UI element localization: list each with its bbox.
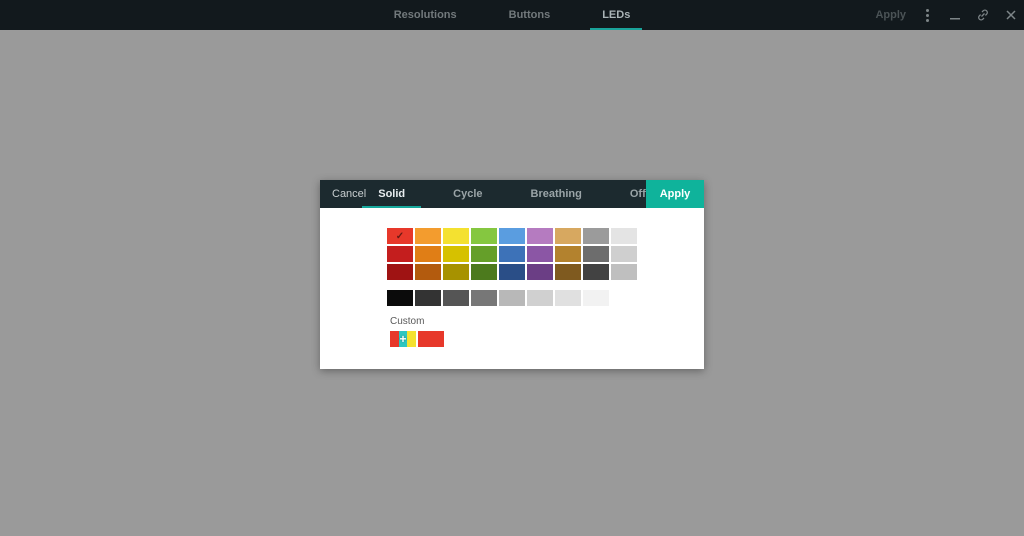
header-right-controls: Apply [875, 0, 1018, 30]
color-swatch[interactable] [555, 264, 581, 280]
color-swatch[interactable] [415, 246, 441, 262]
color-swatch[interactable] [443, 290, 469, 306]
dialog-header: Cancel Solid Cycle Breathing Off Apply [320, 180, 704, 208]
custom-label: Custom [390, 316, 444, 327]
kebab-menu-icon[interactable] [920, 9, 934, 22]
color-swatch[interactable] [471, 290, 497, 306]
led-color-dialog: Cancel Solid Cycle Breathing Off Apply C… [320, 180, 704, 369]
apply-button[interactable]: Apply [646, 180, 705, 208]
color-swatch[interactable] [527, 246, 553, 262]
color-swatch[interactable] [527, 290, 553, 306]
color-palette [387, 228, 637, 280]
palette-row [387, 228, 637, 244]
tab-label: Cycle [453, 188, 482, 200]
palette-row [387, 290, 637, 306]
color-swatch[interactable] [611, 228, 637, 244]
color-swatch[interactable] [583, 246, 609, 262]
tab-solid[interactable]: Solid [378, 180, 405, 208]
custom-color-swatch[interactable] [418, 331, 444, 347]
plus-icon: + [390, 331, 416, 347]
color-swatch[interactable] [611, 290, 637, 306]
tab-breathing[interactable]: Breathing [531, 180, 582, 208]
minimize-icon[interactable] [948, 8, 962, 22]
close-icon[interactable] [1004, 8, 1018, 22]
color-swatch[interactable] [499, 290, 525, 306]
tab-leds[interactable]: LEDs [596, 0, 636, 30]
palette-row [387, 264, 637, 280]
color-swatch[interactable] [443, 264, 469, 280]
color-swatch[interactable] [527, 228, 553, 244]
color-swatch[interactable] [527, 264, 553, 280]
tab-buttons[interactable]: Buttons [503, 0, 557, 30]
color-swatch[interactable] [387, 246, 413, 262]
color-swatch[interactable] [387, 290, 413, 306]
tab-label: Buttons [509, 9, 551, 21]
color-swatch[interactable] [415, 290, 441, 306]
cancel-button[interactable]: Cancel [320, 180, 378, 208]
dialog-body: Custom + [320, 208, 704, 369]
color-swatch[interactable] [611, 264, 637, 280]
gray-palette [387, 290, 637, 306]
add-custom-color-button[interactable]: + [390, 331, 416, 347]
header-tabs: Resolutions Buttons LEDs [0, 0, 1024, 30]
color-swatch[interactable] [611, 246, 637, 262]
custom-row: + [390, 331, 444, 347]
tab-label: Resolutions [394, 9, 457, 21]
color-swatch[interactable] [555, 228, 581, 244]
color-swatch[interactable] [415, 228, 441, 244]
color-swatch[interactable] [499, 264, 525, 280]
tab-off[interactable]: Off [630, 180, 646, 208]
palette-row [387, 246, 637, 262]
color-swatch[interactable] [583, 228, 609, 244]
tab-label: Off [630, 188, 646, 200]
color-swatch[interactable] [555, 290, 581, 306]
color-swatch[interactable] [583, 264, 609, 280]
color-swatch[interactable] [387, 264, 413, 280]
color-swatch[interactable] [555, 246, 581, 262]
color-swatch[interactable] [443, 228, 469, 244]
color-swatch[interactable] [499, 228, 525, 244]
tab-cycle[interactable]: Cycle [453, 180, 482, 208]
tab-resolutions[interactable]: Resolutions [388, 0, 463, 30]
color-swatch[interactable] [471, 246, 497, 262]
color-swatch[interactable] [471, 228, 497, 244]
dialog-tabs: Solid Cycle Breathing Off [378, 180, 645, 208]
color-swatch[interactable] [499, 246, 525, 262]
palette-wrap: Custom + [340, 228, 684, 347]
custom-block: Custom + [390, 316, 444, 347]
link-icon[interactable] [976, 8, 990, 22]
tab-label: LEDs [602, 9, 630, 21]
tab-label: Breathing [531, 188, 582, 200]
color-swatch[interactable] [443, 246, 469, 262]
color-swatch[interactable] [415, 264, 441, 280]
header-bar: Resolutions Buttons LEDs Apply [0, 0, 1024, 30]
color-swatch[interactable] [471, 264, 497, 280]
apply-top-button: Apply [875, 9, 906, 21]
color-swatch[interactable] [583, 290, 609, 306]
tab-label: Solid [378, 188, 405, 200]
color-swatch[interactable] [387, 228, 413, 244]
